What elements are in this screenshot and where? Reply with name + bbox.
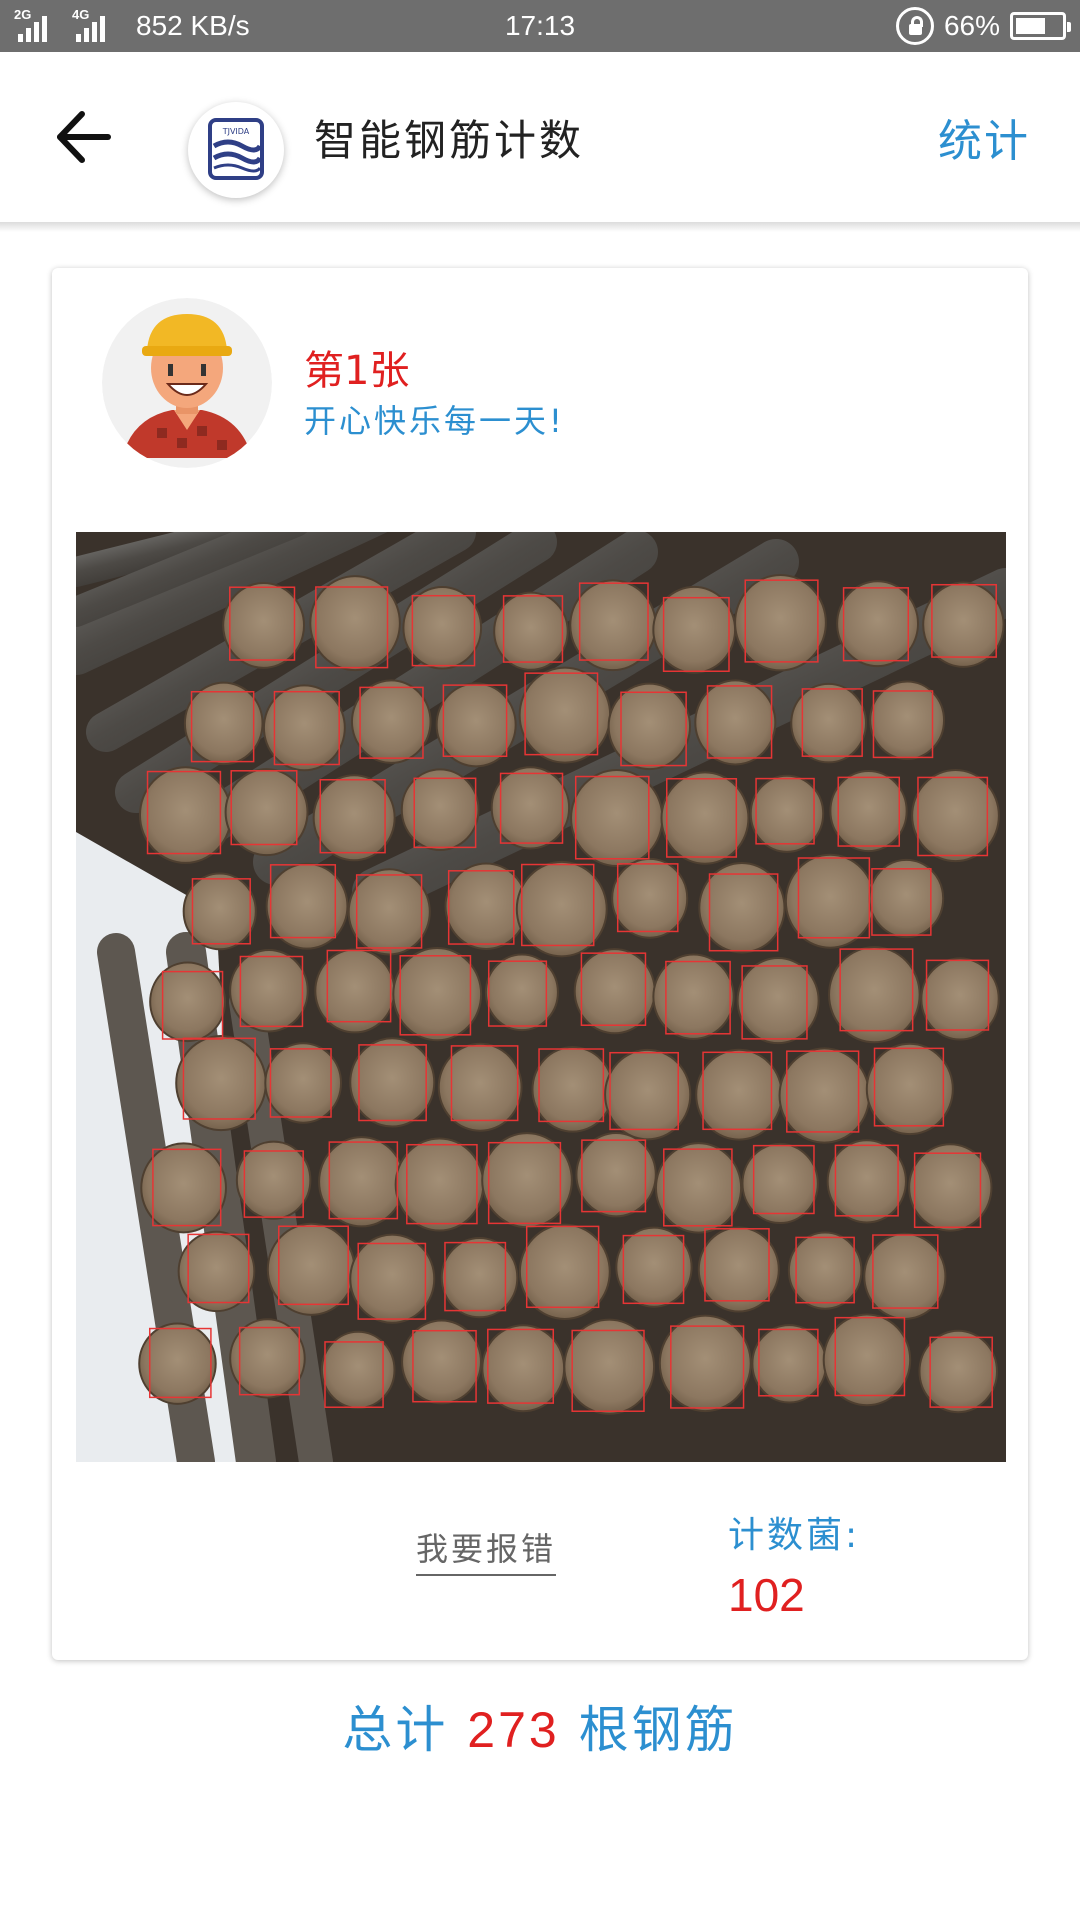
lock-rotation-icon bbox=[895, 7, 934, 45]
app-logo: TJVIDA bbox=[188, 102, 284, 198]
rebar-end-shape bbox=[183, 681, 264, 766]
rebar-end-shape bbox=[444, 862, 528, 950]
rebar-end-shape bbox=[140, 1142, 227, 1234]
total-summary: 总计 273 根钢筋 bbox=[0, 1690, 1080, 1762]
total-suffix: 根钢筋 bbox=[578, 1701, 738, 1759]
rebar-end-shape bbox=[349, 1233, 436, 1324]
rebar-end-shape bbox=[493, 591, 569, 671]
rebar-end-shape bbox=[518, 1223, 611, 1321]
rebar-end-shape bbox=[518, 666, 612, 764]
rebar-end-shape bbox=[481, 1324, 566, 1413]
rebar-end-shape bbox=[401, 1319, 482, 1405]
rebar-end-shape bbox=[175, 1035, 267, 1132]
rebar-end-shape bbox=[138, 766, 233, 864]
rebar-end-shape bbox=[235, 1140, 312, 1220]
rebar-end-shape bbox=[563, 1318, 656, 1415]
rebar-end-shape bbox=[402, 585, 483, 670]
rebar-end-shape bbox=[481, 1132, 573, 1229]
stats-button[interactable]: 统计 bbox=[938, 52, 1030, 222]
rebar-end-shape bbox=[347, 868, 431, 956]
status-bar: 2G 4G 852 KB/s 17:13 66% bbox=[0, 0, 1080, 52]
rebar-end-shape bbox=[394, 1137, 485, 1232]
rebar-end-shape bbox=[829, 769, 908, 853]
rebar-end-shape bbox=[865, 1042, 954, 1136]
rebar-end-shape bbox=[177, 1230, 256, 1313]
status-right: 66% bbox=[895, 0, 1071, 52]
rebar-end-shape bbox=[149, 961, 227, 1043]
rebar-end-shape bbox=[611, 857, 689, 939]
rebar-end-shape bbox=[863, 1232, 947, 1320]
rebar-end-shape bbox=[224, 768, 309, 857]
rebar-end-shape bbox=[920, 957, 1000, 1041]
count-value: 102 bbox=[728, 1569, 805, 1621]
rebar-end-shape bbox=[264, 1042, 343, 1124]
result-card: 第1张 开心快乐每一天! 我要报错 计数菌: 102 bbox=[52, 268, 1028, 1660]
rebar-end-shape bbox=[697, 1226, 780, 1313]
rebar-end-shape bbox=[318, 1136, 406, 1228]
rebar-end-shape bbox=[658, 1314, 752, 1413]
rebar-end-shape bbox=[787, 1231, 863, 1310]
rebar-end-shape bbox=[734, 574, 827, 672]
rebar-end-shape bbox=[569, 579, 657, 672]
rebar-end-shape bbox=[918, 1329, 998, 1414]
photo-index-label: 第1张 bbox=[304, 348, 410, 394]
rebar-end-shape bbox=[868, 858, 945, 939]
motto-text: 开心快乐每一天! bbox=[304, 402, 565, 440]
rebar-end-shape bbox=[312, 774, 396, 862]
rebar-end-shape bbox=[615, 1226, 693, 1308]
rebar-end-shape bbox=[826, 1139, 907, 1224]
rebar-end-shape bbox=[908, 1143, 993, 1232]
report-error-link[interactable]: 我要报错 bbox=[416, 1524, 557, 1576]
rebar-end-shape bbox=[222, 581, 306, 669]
rebar-photo-drawing bbox=[76, 532, 1006, 1462]
rebar-end-shape bbox=[138, 1322, 217, 1405]
app-bar-shadow bbox=[0, 222, 1080, 232]
rebar-end-shape bbox=[778, 1047, 871, 1144]
rebar-end-shape bbox=[349, 1037, 436, 1128]
rebar-end-shape bbox=[911, 769, 1000, 863]
battery-icon bbox=[1010, 12, 1071, 40]
rebar-end-shape bbox=[531, 1046, 614, 1133]
total-prefix: 总计 bbox=[342, 1701, 449, 1759]
rebar-photo bbox=[76, 532, 1006, 1462]
battery-percent: 66% bbox=[943, 10, 1000, 41]
back-button[interactable] bbox=[52, 102, 122, 172]
rebar-end-shape bbox=[654, 1142, 743, 1234]
rebar-end-shape bbox=[698, 862, 786, 954]
page-title: 智能钢筋计数 bbox=[314, 115, 585, 165]
rebar-end-shape bbox=[392, 947, 483, 1042]
rebar-end-shape bbox=[435, 682, 517, 768]
rebar-end-shape bbox=[490, 766, 571, 850]
rebar-end-shape bbox=[573, 948, 656, 1035]
rebar-end-shape bbox=[229, 948, 309, 1033]
rebar-end-shape bbox=[660, 771, 750, 865]
rebar-end-shape bbox=[350, 679, 432, 764]
rebar-end-shape bbox=[266, 1222, 356, 1316]
back-arrow-icon bbox=[57, 111, 111, 163]
rebar-end-shape bbox=[751, 1324, 828, 1404]
rebar-end-shape bbox=[575, 1132, 657, 1218]
count-label: 计数菌: bbox=[728, 1515, 861, 1556]
rebar-end-shape bbox=[309, 575, 401, 672]
page-title-wrap: 智能钢筋计数 bbox=[314, 52, 584, 222]
rebar-end-shape bbox=[749, 774, 825, 853]
rebar-end-shape bbox=[652, 585, 737, 674]
rebar-end-shape bbox=[836, 580, 920, 668]
rebar-end-shape bbox=[695, 1048, 783, 1141]
rebar-end-shape bbox=[922, 581, 1005, 668]
app-bar: TJVIDA 智能钢筋计数 统计 bbox=[0, 52, 1080, 222]
rebar-end-shape bbox=[400, 768, 480, 851]
rebar-end-shape bbox=[262, 684, 346, 772]
rebar-end-shape bbox=[229, 1318, 306, 1399]
worker-avatar bbox=[102, 298, 272, 468]
rebar-end-shape bbox=[828, 946, 921, 1044]
rebar-end-shape bbox=[822, 1313, 912, 1407]
rebar-end-shape bbox=[484, 953, 559, 1032]
rebar-end-shape bbox=[182, 872, 257, 951]
total-value: 273 bbox=[467, 1702, 560, 1758]
logo-text: TJVIDA bbox=[222, 127, 250, 136]
